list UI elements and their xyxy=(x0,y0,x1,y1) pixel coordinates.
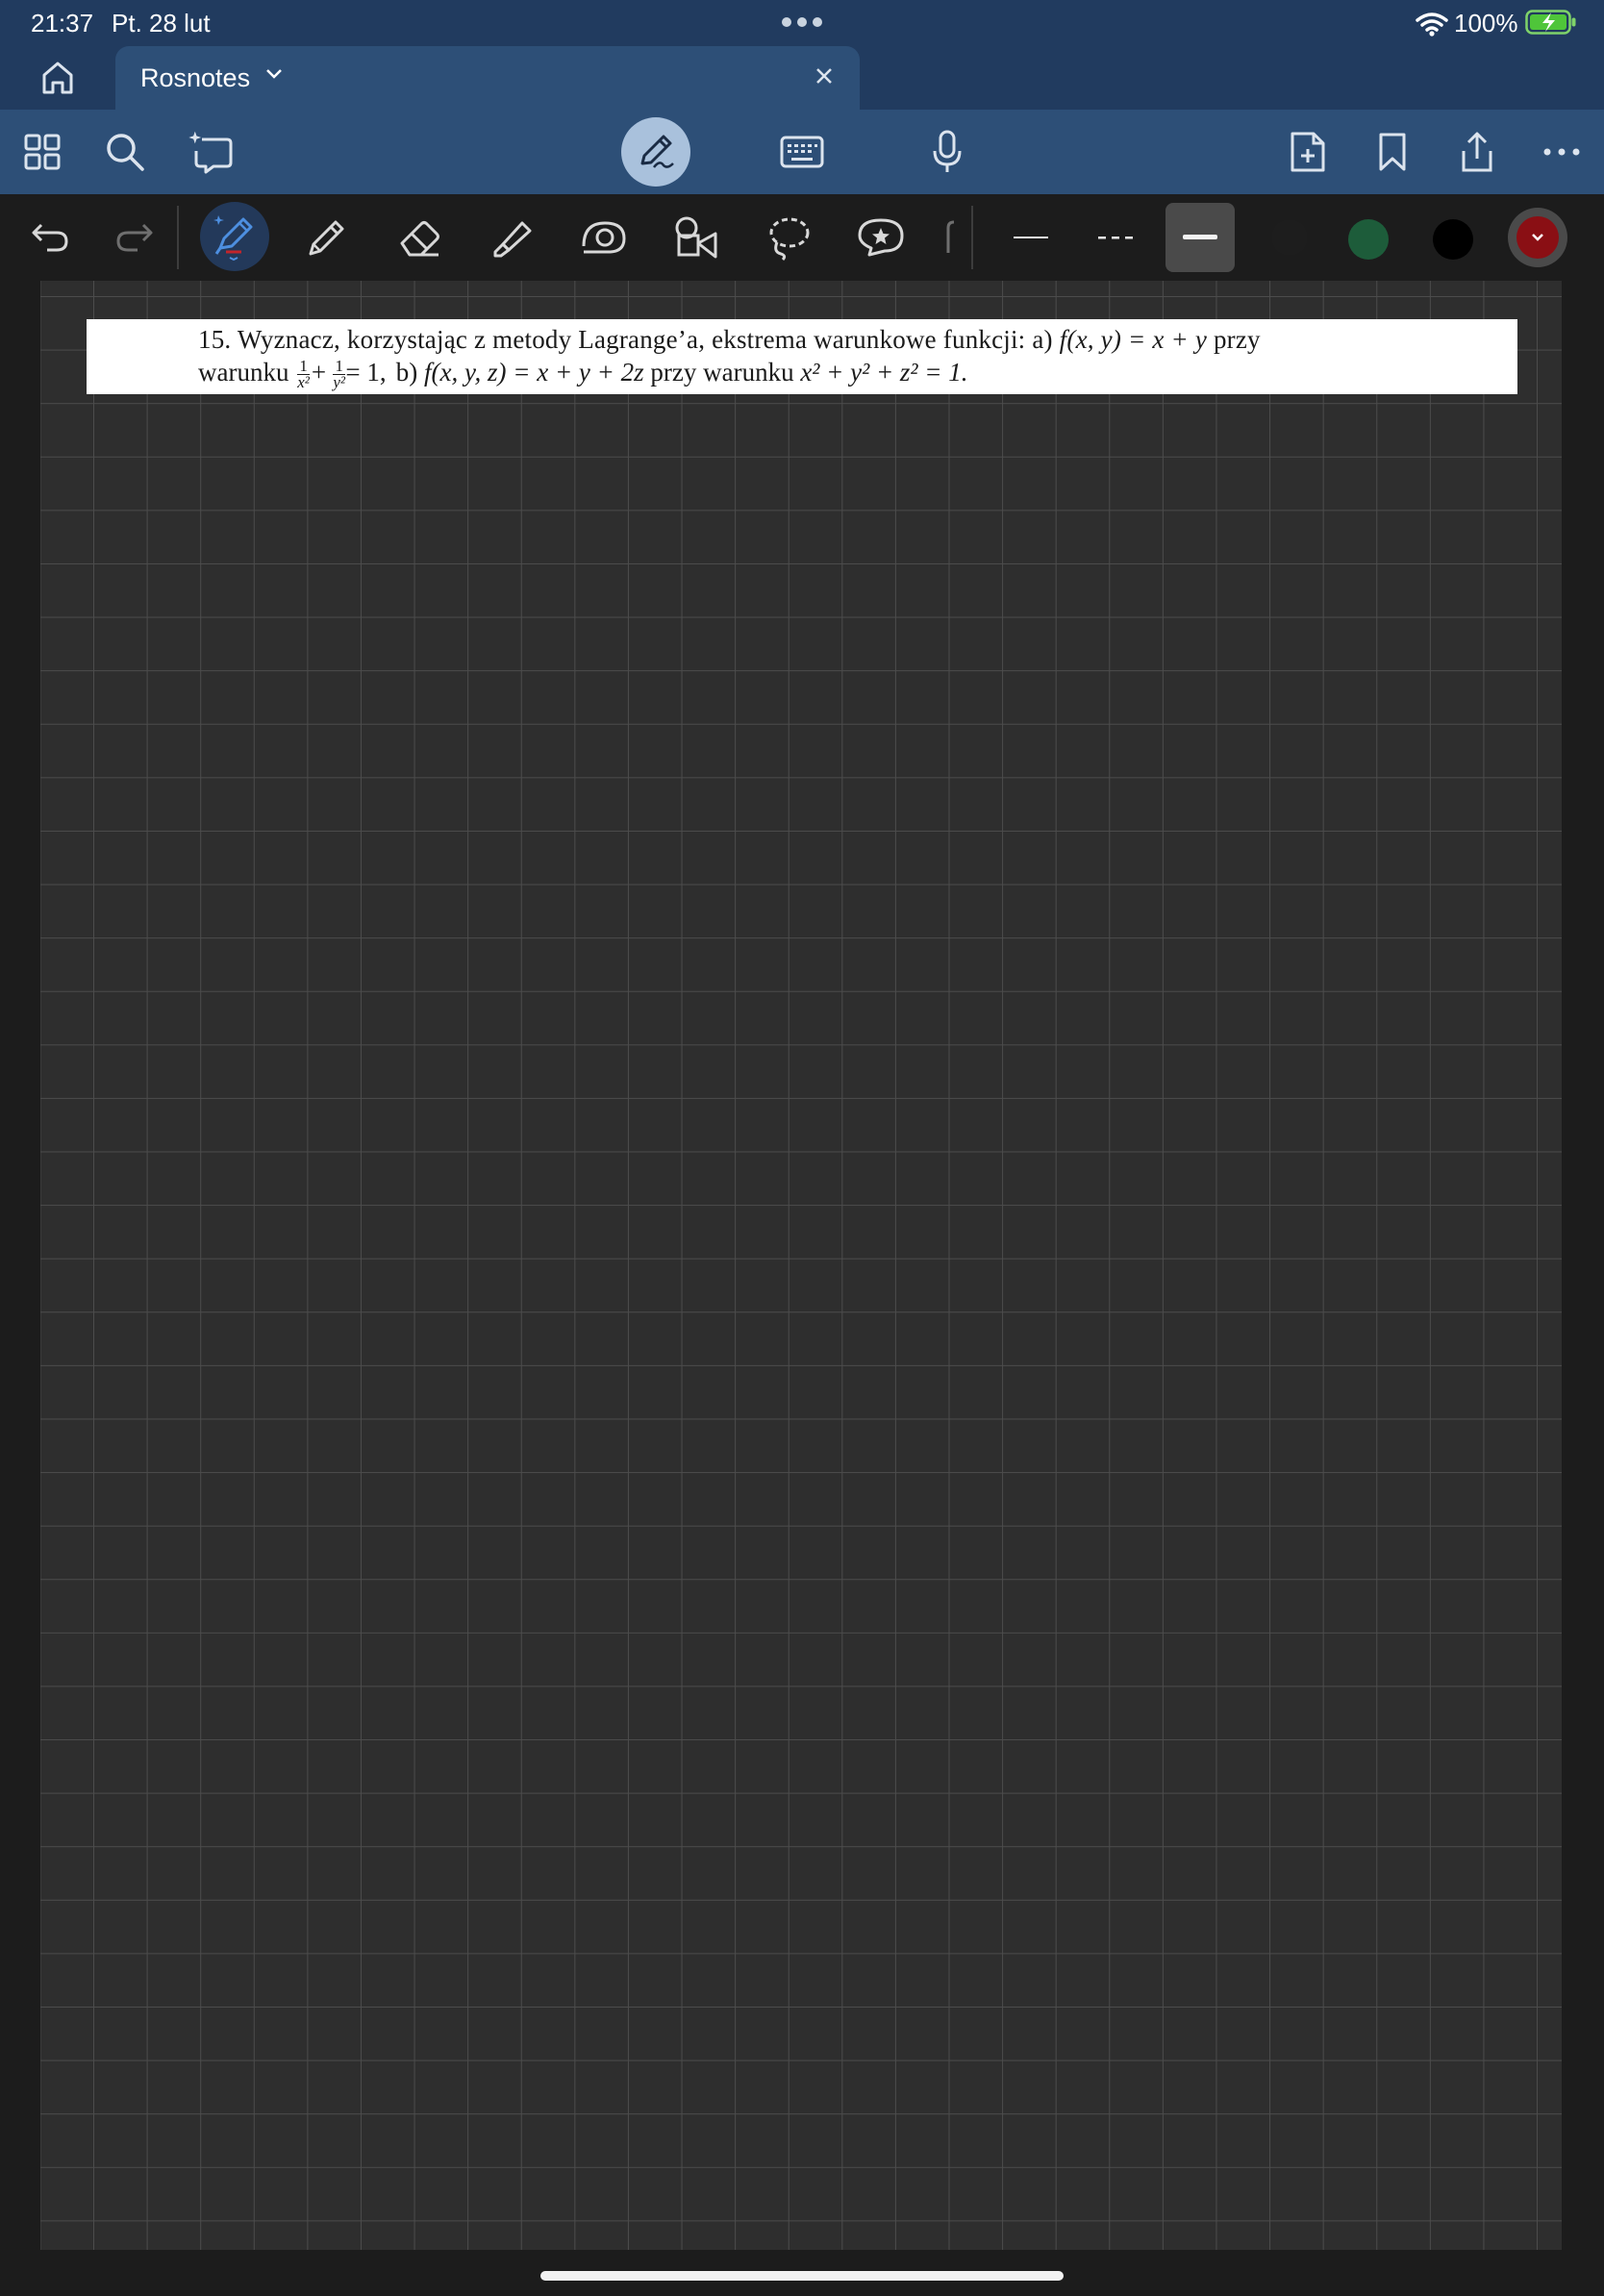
share-icon xyxy=(1462,132,1492,172)
pen-mode-button[interactable] xyxy=(621,117,690,187)
problem-number: 15. xyxy=(198,325,232,354)
stroke-style-dashed[interactable] xyxy=(1081,209,1150,266)
word-warunku: warunku xyxy=(198,358,289,387)
shapes-icon xyxy=(675,216,717,259)
color-swatch-black[interactable] xyxy=(1433,219,1473,260)
condition-b: x² + y² + z² = 1. xyxy=(800,358,968,387)
wifi-icon xyxy=(1416,12,1448,37)
formula-b: f(x, y, z) = x + y + 2z xyxy=(424,358,644,387)
add-page-icon xyxy=(1291,132,1325,172)
lasso-icon xyxy=(769,217,810,262)
pasted-problem-image[interactable]: 15. Wyznacz, korzystając z metody Lagran… xyxy=(87,319,1517,394)
toolbar-divider xyxy=(971,206,973,269)
eraser-tool[interactable] xyxy=(390,209,448,266)
search-button[interactable] xyxy=(96,123,154,181)
tab-strip: Rosnotes xyxy=(0,46,1604,110)
redo-button[interactable] xyxy=(106,209,163,266)
formula-a: f(x, y) = x + y xyxy=(1059,325,1208,354)
home-icon xyxy=(42,62,73,94)
status-bar: 21:37 Pt. 28 lut 100% xyxy=(0,0,1604,46)
bookmark-icon xyxy=(1379,133,1406,171)
problem-text: Wyznacz, korzystając z metody Lagrange’a… xyxy=(237,325,1053,354)
toolbar-divider xyxy=(177,206,179,269)
dashed-line-icon xyxy=(1098,237,1133,239)
stroke-width-thick[interactable] xyxy=(1165,203,1235,272)
shape-pen-icon xyxy=(582,221,626,254)
home-indicator[interactable] xyxy=(540,2271,1064,2281)
multitasking-dots-icon[interactable] xyxy=(781,16,823,28)
bookmark-button[interactable] xyxy=(1364,123,1421,181)
stroke-width-thin[interactable] xyxy=(996,209,1065,266)
lasso-tool[interactable] xyxy=(760,209,817,266)
highlighter-icon xyxy=(493,221,532,258)
eraser-icon xyxy=(400,221,439,257)
main-toolbar xyxy=(0,110,1604,194)
microphone-button[interactable] xyxy=(918,123,976,181)
status-time: 21:37 xyxy=(31,9,94,37)
microphone-icon xyxy=(933,130,962,172)
fraction-1-over-y2: 1 y² xyxy=(333,357,346,392)
fountain-pen-tool[interactable] xyxy=(200,202,269,271)
chevron-down-icon xyxy=(1532,234,1543,241)
more-icon xyxy=(1543,148,1580,156)
tab-rosnotes[interactable]: Rosnotes xyxy=(115,46,860,110)
close-tab-icon[interactable] xyxy=(814,65,835,87)
sticker-icon xyxy=(858,218,904,257)
pencil-icon xyxy=(309,220,344,256)
drawing-toolbar xyxy=(0,194,1604,281)
more-button[interactable] xyxy=(1533,123,1591,181)
add-page-button[interactable] xyxy=(1279,123,1337,181)
ai-lasso-button[interactable] xyxy=(183,123,240,181)
undo-icon xyxy=(32,223,68,252)
search-icon xyxy=(107,134,144,171)
share-button[interactable] xyxy=(1448,123,1506,181)
status-date: Pt. 28 lut xyxy=(112,9,211,37)
thin-line-icon xyxy=(1014,237,1048,238)
fraction-1-over-x2: 1 x² xyxy=(297,357,310,392)
shape-pen-tool[interactable] xyxy=(575,209,633,266)
text-box-icon xyxy=(946,220,955,253)
sticker-tool[interactable] xyxy=(852,209,910,266)
canvas-area[interactable] xyxy=(0,281,1604,2258)
grid-icon xyxy=(24,134,61,170)
pen-mode-icon xyxy=(640,135,674,168)
sparkle-lasso-icon xyxy=(188,131,233,174)
label-b: b) xyxy=(395,358,418,387)
grid-view-button[interactable] xyxy=(13,123,71,181)
redo-icon xyxy=(116,223,153,252)
color-swatch-empty[interactable] xyxy=(1271,219,1308,256)
keyboard-button[interactable] xyxy=(773,123,831,181)
home-button[interactable] xyxy=(35,58,81,98)
highlighter-tool[interactable] xyxy=(483,209,540,266)
problem-line-2: warunku 1 x² + = 1, 1 y² b) f(x, y, z) = x … xyxy=(198,356,968,390)
more-tools-partial[interactable] xyxy=(940,209,969,266)
undo-button[interactable] xyxy=(21,209,79,266)
thick-line-icon xyxy=(1183,235,1217,239)
grid-paper-page[interactable] xyxy=(40,281,1562,2250)
top-bar: 21:37 Pt. 28 lut 100% Rosnotes xyxy=(0,0,1604,194)
problem-text-tail: przy xyxy=(1213,325,1261,354)
fountain-pen-icon xyxy=(213,215,253,262)
shapes-tool[interactable] xyxy=(667,209,725,266)
chevron-down-icon[interactable] xyxy=(265,67,283,81)
text-przy-warunku: przy warunku xyxy=(650,358,794,387)
tab-label: Rosnotes xyxy=(140,63,251,92)
battery-charging-icon xyxy=(1525,10,1577,35)
problem-line-1: 15. Wyznacz, korzystając z metody Lagran… xyxy=(198,323,1525,356)
keyboard-icon xyxy=(780,136,824,168)
battery-percentage: 100% xyxy=(1454,9,1518,37)
color-swatch-red xyxy=(1516,216,1559,259)
color-swatch-green[interactable] xyxy=(1348,219,1389,260)
condition-a: + = 1, xyxy=(311,358,387,387)
pencil-tool[interactable] xyxy=(298,209,356,266)
color-swatch-red-selected[interactable] xyxy=(1508,208,1567,267)
